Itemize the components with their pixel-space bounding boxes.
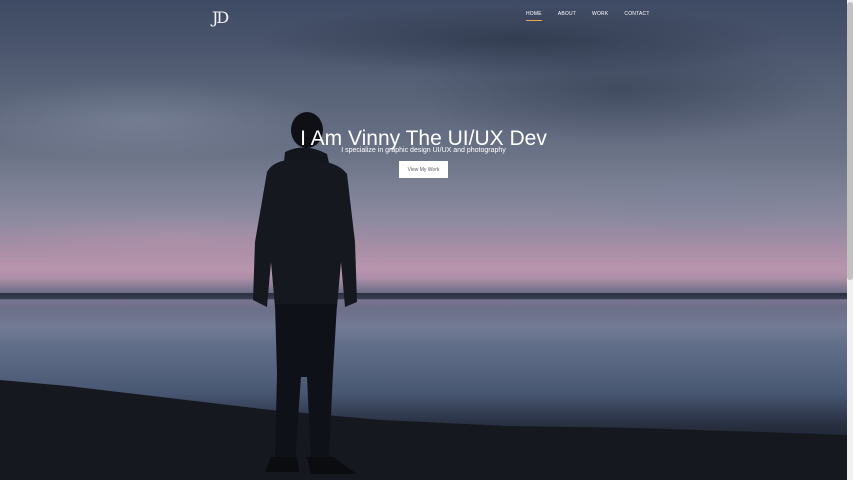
nav-contact[interactable]: CONTACT bbox=[616, 11, 657, 17]
view-work-button[interactable]: View My Work bbox=[399, 161, 448, 178]
person-silhouette bbox=[253, 112, 357, 474]
site-logo[interactable]: JD bbox=[212, 8, 229, 27]
nav-work[interactable]: WORK bbox=[584, 11, 616, 17]
hero-section: JD HOME ABOUT WORK CONTACT I Am Vinny Th… bbox=[0, 0, 853, 480]
lake-water bbox=[0, 300, 847, 390]
main-nav: HOME ABOUT WORK CONTACT bbox=[518, 11, 658, 21]
nav-about[interactable]: ABOUT bbox=[550, 11, 584, 17]
scrollbar-thumb[interactable] bbox=[847, 2, 853, 280]
horizon-treeline bbox=[0, 293, 847, 299]
nav-home[interactable]: HOME bbox=[518, 11, 550, 21]
hero-subtitle: I specialize in graphic design UI/UX and… bbox=[341, 147, 506, 154]
